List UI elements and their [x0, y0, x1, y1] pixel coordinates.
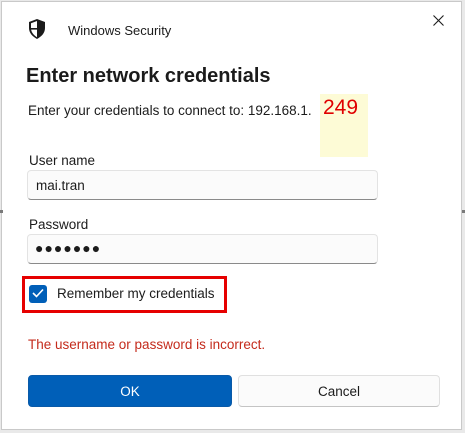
checkmark-icon	[32, 285, 44, 303]
close-button[interactable]	[425, 11, 451, 33]
close-icon	[432, 13, 444, 31]
cancel-button[interactable]: Cancel	[238, 375, 440, 407]
password-label: Password	[29, 217, 89, 232]
window-edge-mark	[0, 210, 3, 213]
ip-last-octet: 249	[323, 96, 359, 119]
remember-label[interactable]: Remember my credentials	[57, 286, 215, 301]
username-field[interactable]	[27, 170, 378, 200]
error-message: The username or password is incorrect.	[28, 337, 266, 352]
credentials-dialog: Windows Security Enter network credentia…	[1, 1, 462, 430]
connection-prompt: Enter your credentials to connect to: 19…	[28, 103, 312, 118]
username-label: User name	[29, 153, 96, 168]
app-title: Windows Security	[68, 23, 172, 38]
remember-checkbox[interactable]	[29, 285, 47, 303]
dialog-heading: Enter network credentials	[26, 65, 271, 87]
ok-button[interactable]: OK	[28, 375, 232, 407]
password-field[interactable]	[27, 234, 378, 264]
title-bar: Windows Security	[2, 2, 461, 56]
shield-icon	[28, 19, 46, 39]
